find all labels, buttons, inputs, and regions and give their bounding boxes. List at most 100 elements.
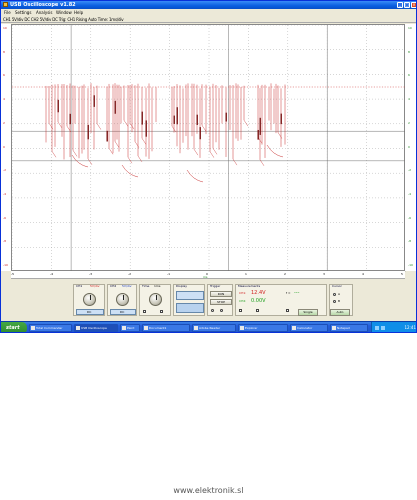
ch1-decay: [134, 141, 140, 148]
ch1-voltage-scale: 10 8 6 4 2 0 -2 -4 -6 -8 -10: [1, 24, 11, 271]
close-button[interactable]: ×: [411, 2, 416, 8]
volume-icon[interactable]: [381, 326, 385, 330]
taskbar-item[interactable]: Paint: [120, 324, 140, 332]
trigger-run-button[interactable]: RUN: [210, 291, 232, 297]
maximize-button[interactable]: □: [404, 2, 410, 8]
ch1-scale-label: -8: [3, 239, 6, 243]
oscilloscope-display[interactable]: [11, 24, 406, 272]
ch1-decay: [114, 141, 120, 148]
trigger-mode-radio[interactable]: [211, 309, 214, 312]
cursor-a-radio[interactable]: [333, 293, 336, 296]
ch1-coupling-display: DC: [76, 309, 104, 315]
app-icon: [122, 326, 126, 330]
ch2-volts-knob[interactable]: [116, 293, 129, 306]
ch2-group: CH2 5V/div DC: [107, 284, 137, 316]
ch2-scale-label: -6: [408, 216, 411, 220]
minimize-button[interactable]: _: [397, 2, 403, 8]
timebase-option-check[interactable]: [143, 310, 146, 313]
ch1-scale-label: 0: [3, 145, 5, 149]
ch1-scale-label: 4: [3, 97, 5, 101]
ch1-decay: [96, 123, 102, 130]
timebase-knob[interactable]: [149, 293, 162, 306]
channel-status-text: CH1 5V/div DC CH2 5V/div DC Trig: CH1 Ri…: [3, 17, 124, 22]
ch1-decay-tail: [266, 144, 284, 158]
ch1-pulse-block: [57, 99, 59, 113]
ch1-decay-tail: [186, 169, 204, 183]
timebase-group: Time 1ms: [139, 284, 171, 316]
ch1-decay: [127, 157, 133, 164]
start-button[interactable]: start: [1, 322, 27, 332]
auto-button[interactable]: Auto: [330, 309, 350, 316]
measure-ch2-check[interactable]: [256, 309, 259, 312]
app-icon: [3, 2, 8, 7]
menu-window[interactable]: Window: [56, 9, 72, 17]
app-icon: [194, 326, 198, 330]
cursor-b-radio[interactable]: [333, 300, 336, 303]
ch2-scale-label: -8: [408, 239, 411, 243]
ch1-scale-label: 10: [3, 26, 7, 30]
frequency-label: f =: [286, 291, 291, 295]
taskbar-item[interactable]: Adobe Reader: [192, 324, 236, 332]
trigger-stop-button[interactable]: STOP: [210, 299, 232, 305]
cursor-b-label: B: [338, 299, 341, 303]
taskbar-item[interactable]: Explorer: [238, 324, 288, 332]
trigger-mode-radio-2[interactable]: [220, 309, 223, 312]
ch1-decay: [243, 120, 249, 127]
menu-settings[interactable]: Settings: [15, 9, 31, 17]
menu-help[interactable]: Help: [74, 9, 83, 17]
system-tray: 12:41: [371, 322, 416, 332]
ch1-decay: [57, 121, 63, 129]
time-tick-label: -2: [128, 272, 131, 276]
measure-freq-check[interactable]: [286, 309, 289, 312]
ch2-volts-div: 5V/div: [122, 284, 132, 288]
menu-file[interactable]: File: [4, 9, 11, 17]
measurement-title: Measurements: [238, 284, 261, 288]
time-tick-label: 0: [206, 272, 208, 276]
measure-ch1-check[interactable]: [239, 309, 242, 312]
watermark: www.elektronik.sl: [173, 486, 244, 495]
ch2-scale-label: 6: [408, 73, 410, 77]
single-button[interactable]: Single: [298, 309, 318, 316]
ch1-pulse-block: [87, 124, 89, 140]
taskbar-item[interactable]: Document1: [142, 324, 190, 332]
taskbar-item[interactable]: Total Commander: [29, 324, 72, 332]
ch1-decay: [277, 132, 283, 139]
ch1-volts-knob[interactable]: [83, 293, 96, 306]
timebase-option-check-2[interactable]: [160, 310, 163, 313]
ch1-decay: [209, 151, 215, 158]
ch1-decay: [123, 120, 129, 127]
title-bar[interactable]: USB Oscilloscope v1.82 _ □ ×: [1, 1, 416, 9]
time-axis: ms -5 -4 -3 -2 -1 0 1 2 3 4 5: [11, 271, 405, 279]
frequency-value: ---: [294, 290, 300, 296]
ch1-pulse-block: [114, 100, 116, 114]
app-icon: [332, 326, 336, 330]
ch1-pulse-block: [196, 114, 198, 125]
taskbar-item[interactable]: Calculator: [290, 324, 328, 332]
ch1-volts-div: 5V/div: [90, 284, 100, 288]
ch1-scale-label: 8: [3, 50, 5, 54]
ch2-scale-label: -4: [408, 192, 411, 196]
ch1-decay: [141, 138, 147, 145]
ch1-coupling: DC: [87, 310, 92, 314]
ch2-measure-label: CH2:: [239, 299, 247, 303]
ch1-decay: [232, 158, 238, 166]
ch1-pulse-block: [93, 95, 95, 107]
ch1-pulse-block: [280, 113, 282, 125]
time-tick-label: 5: [401, 272, 403, 276]
time-tick-label: -1: [167, 272, 170, 276]
ch2-coupling: DC: [120, 310, 125, 314]
ch1-decay: [201, 125, 207, 132]
ch1-pulse-block: [106, 130, 108, 142]
app-icon: [76, 326, 80, 330]
ch1-scale-label: -4: [3, 192, 6, 196]
menu-analysis[interactable]: Analysis: [36, 9, 52, 17]
taskbar-item[interactable]: Notepad: [330, 324, 368, 332]
ch1-decay: [108, 148, 114, 155]
ch2-title: CH2: [110, 284, 117, 288]
ch1-scale-label: 6: [3, 73, 5, 77]
taskbar-item[interactable]: USB Oscilloscope: [74, 324, 118, 332]
channel-status-strip: CH1 5V/div DC CH2 5V/div DC Trig: CH1 Ri…: [1, 17, 416, 23]
timebase-value: 1ms: [154, 284, 161, 288]
timebase-title: Time: [142, 284, 150, 288]
network-icon[interactable]: [375, 326, 379, 330]
